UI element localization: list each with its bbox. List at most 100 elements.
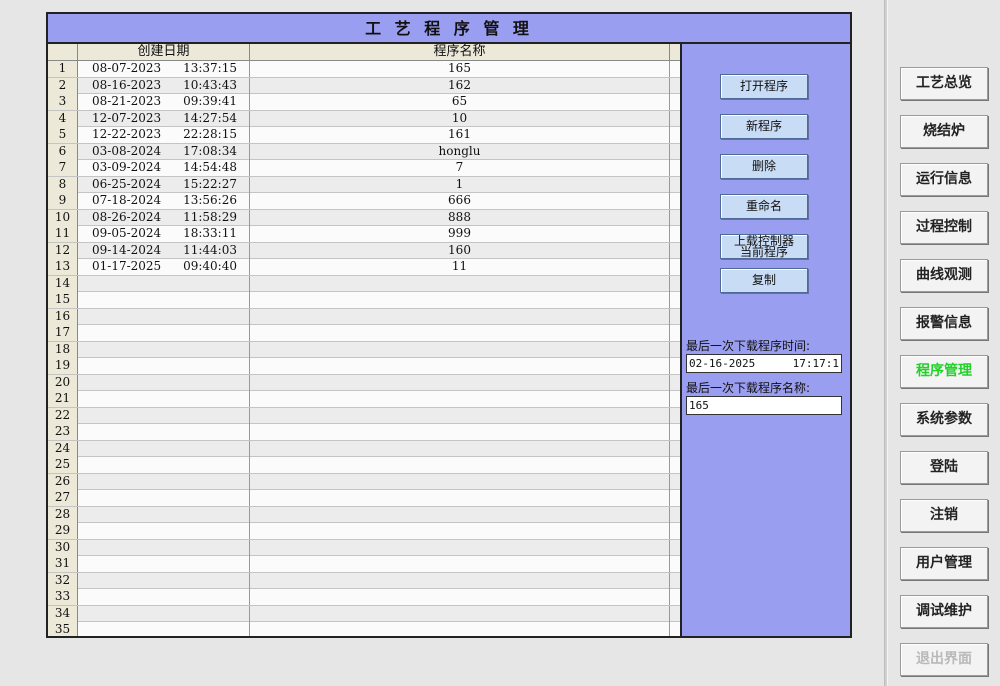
table-row[interactable]: 7 03-09-2024 14:54:48 7 xyxy=(48,160,680,177)
table-row[interactable]: 5 12-22-2023 22:28:15 161 xyxy=(48,127,680,144)
row-filler xyxy=(670,540,680,556)
table-row[interactable]: 14 xyxy=(48,275,680,292)
table-row[interactable]: 31 xyxy=(48,556,680,573)
row-date-cell xyxy=(78,523,250,539)
nav-button-8[interactable]: 系统参数 xyxy=(900,403,988,436)
row-program-name xyxy=(250,605,670,622)
table-row[interactable]: 1 08-07-2023 13:37:15 165 xyxy=(48,61,680,78)
row-program-name: 888 xyxy=(250,209,670,226)
open-program-button[interactable]: 打开程序 xyxy=(720,74,808,99)
table-row[interactable]: 4 12-07-2023 14:27:54 10 xyxy=(48,110,680,127)
header-index xyxy=(48,44,78,61)
header-name: 程序名称 xyxy=(250,44,670,61)
row-date: 08-21-2023 xyxy=(92,94,162,108)
nav-button-6[interactable]: 报警信息 xyxy=(900,307,988,340)
row-program-name: honglu xyxy=(250,143,670,160)
row-filler xyxy=(670,160,680,176)
nav-button-13[interactable]: 退出界面 xyxy=(900,643,988,676)
row-date-cell: 09-05-2024 18:33:11 xyxy=(78,226,250,242)
rename-button[interactable]: 重命名 xyxy=(720,194,808,219)
row-program-name xyxy=(250,523,670,539)
nav-button-2[interactable]: 烧结炉 xyxy=(900,115,988,148)
row-filler xyxy=(670,507,680,523)
table-row[interactable]: 2 08-16-2023 10:43:43 162 xyxy=(48,77,680,94)
table-row[interactable]: 13 01-17-2025 09:40:40 11 xyxy=(48,259,680,276)
upload-label-line2: 当前程序 xyxy=(739,245,788,259)
nav-button-11[interactable]: 用户管理 xyxy=(900,547,988,580)
row-index: 29 xyxy=(48,523,78,539)
row-program-name: 165 xyxy=(250,61,670,77)
row-filler xyxy=(670,342,680,358)
table-row[interactable]: 29 xyxy=(48,523,680,540)
table-row[interactable]: 27 xyxy=(48,490,680,507)
row-date-cell xyxy=(78,391,250,407)
table-row[interactable]: 17 xyxy=(48,325,680,342)
copy-button[interactable]: 复制 xyxy=(720,268,808,293)
row-program-name xyxy=(250,308,670,325)
row-index: 34 xyxy=(48,605,78,622)
table-row[interactable]: 25 xyxy=(48,457,680,474)
row-date-cell xyxy=(78,605,250,622)
row-time: 22:28:15 xyxy=(183,127,237,141)
row-date-cell: 12-07-2023 14:27:54 xyxy=(78,110,250,127)
row-date: 07-18-2024 xyxy=(92,193,162,207)
table-row[interactable]: 32 xyxy=(48,572,680,589)
table-row[interactable]: 16 xyxy=(48,308,680,325)
row-filler xyxy=(670,358,680,374)
panel-title: 工 艺 程 序 管 理 xyxy=(48,14,850,44)
table-row[interactable]: 19 xyxy=(48,358,680,375)
row-time: 15:22:27 xyxy=(183,176,237,191)
new-program-button[interactable]: 新程序 xyxy=(720,114,808,139)
row-date-cell xyxy=(78,308,250,325)
table-row[interactable]: 12 09-14-2024 11:44:03 160 xyxy=(48,242,680,259)
table-row[interactable]: 18 xyxy=(48,341,680,358)
row-program-name xyxy=(250,325,670,341)
table-row[interactable]: 9 07-18-2024 13:56:26 666 xyxy=(48,193,680,210)
nav-button-3[interactable]: 运行信息 xyxy=(900,163,988,196)
row-filler xyxy=(670,177,680,193)
row-date-cell xyxy=(78,490,250,506)
table-row[interactable]: 22 xyxy=(48,407,680,424)
row-index: 7 xyxy=(48,160,78,176)
table-row[interactable]: 24 xyxy=(48,440,680,457)
row-date-cell: 12-22-2023 22:28:15 xyxy=(78,127,250,143)
table-row[interactable]: 33 xyxy=(48,589,680,606)
row-index: 15 xyxy=(48,292,78,308)
table-row[interactable]: 30 xyxy=(48,539,680,556)
nav-button-7[interactable]: 程序管理 xyxy=(900,355,988,388)
table-row[interactable]: 26 xyxy=(48,473,680,490)
row-time: 11:58:29 xyxy=(183,209,237,224)
table-row[interactable]: 21 xyxy=(48,391,680,408)
nav-button-4[interactable]: 过程控制 xyxy=(900,211,988,244)
table-row[interactable]: 11 09-05-2024 18:33:11 999 xyxy=(48,226,680,243)
row-index: 8 xyxy=(48,176,78,193)
table-row[interactable]: 28 xyxy=(48,506,680,523)
row-program-name: 666 xyxy=(250,193,670,209)
nav-button-10[interactable]: 注销 xyxy=(900,499,988,532)
nav-button-12[interactable]: 调试维护 xyxy=(900,595,988,628)
row-program-name: 65 xyxy=(250,94,670,110)
row-date-cell: 08-16-2023 10:43:43 xyxy=(78,77,250,94)
table-row[interactable]: 10 08-26-2024 11:58:29 888 xyxy=(48,209,680,226)
table-row[interactable]: 6 03-08-2024 17:08:34 honglu xyxy=(48,143,680,160)
table-row[interactable]: 3 08-21-2023 09:39:41 65 xyxy=(48,94,680,111)
table-row[interactable]: 34 xyxy=(48,605,680,622)
row-date-cell xyxy=(78,473,250,490)
row-index: 35 xyxy=(48,622,78,636)
nav-button-1[interactable]: 工艺总览 xyxy=(900,67,988,100)
upload-controller-program-button[interactable]: 上载控制器 当前程序 xyxy=(720,234,808,259)
table-row[interactable]: 23 xyxy=(48,424,680,441)
table-row[interactable]: 8 06-25-2024 15:22:27 1 xyxy=(48,176,680,193)
program-table[interactable]: 创建日期 程序名称 1 08-07-2023 13:37:15 165 2 08-16-2… xyxy=(48,44,682,636)
nav-button-5[interactable]: 曲线观测 xyxy=(900,259,988,292)
row-filler xyxy=(670,408,680,424)
row-index: 9 xyxy=(48,193,78,209)
table-row[interactable]: 35 xyxy=(48,622,680,636)
table-row[interactable]: 15 xyxy=(48,292,680,309)
delete-button[interactable]: 删除 xyxy=(720,154,808,179)
table-row[interactable]: 20 xyxy=(48,374,680,391)
row-filler xyxy=(670,606,680,622)
row-index: 4 xyxy=(48,110,78,127)
nav-button-9[interactable]: 登陆 xyxy=(900,451,988,484)
row-index: 28 xyxy=(48,506,78,523)
